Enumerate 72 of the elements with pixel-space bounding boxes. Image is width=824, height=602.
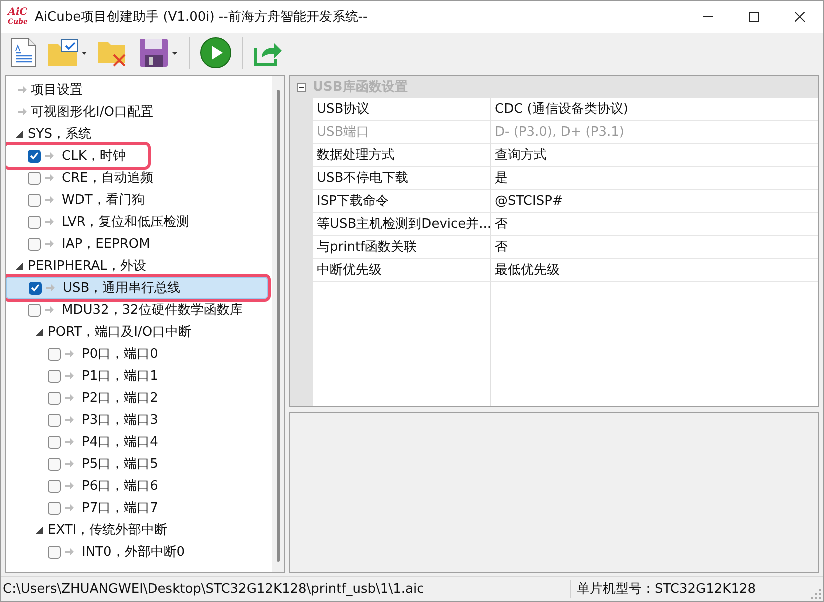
tree-item[interactable]: LVR，复位和低压检测 [6,211,268,233]
checkbox[interactable] [48,370,61,382]
checkbox[interactable] [48,458,61,470]
tree-item[interactable]: WDT，看门狗 [6,189,268,211]
arrow-icon [65,482,74,490]
arrow-icon [45,174,54,182]
scrollbar[interactable] [272,76,284,572]
tree-item[interactable]: PERIPHERAL，外设 [6,255,268,277]
tree-item[interactable]: 可视图形化I/O口配置 [6,101,268,123]
window-title: AiCube项目创建助手 (V1.00i) --前海方舟智能开发系统-- [35,9,369,26]
arrow-icon [18,108,27,116]
tree-item[interactable]: USB，通用串行总线 [6,277,268,299]
tree-item[interactable]: EXTI，传统外部中断 [6,519,268,541]
expanded-triangle-icon[interactable] [16,262,22,270]
tree-item[interactable]: PORT，端口及I/O口中断 [6,321,268,343]
checkbox[interactable] [48,392,61,404]
collapse-icon[interactable] [297,82,306,92]
new-document-icon[interactable] [9,36,39,70]
checkbox[interactable] [28,172,41,184]
tree-item[interactable]: 项目设置 [6,79,268,101]
arrow-icon [65,504,74,512]
arrow-icon [65,394,74,402]
chip-model: 单片机型号：STC32G12K128 [570,580,809,598]
arrow-icon [65,350,74,358]
checkbox[interactable] [48,502,61,514]
tree-item[interactable]: P3口，端口3 [6,409,268,431]
arrow-icon [65,548,74,556]
arrow-icon [65,460,74,468]
tree-item[interactable]: SYS，系统 [6,123,268,145]
tree-item[interactable]: P4口，端口4 [6,431,268,453]
checkbox[interactable] [28,238,41,250]
arrow-icon [45,152,54,160]
checkbox[interactable] [28,194,41,206]
tree-item[interactable]: INT0，外部中断0 [6,541,268,563]
arrow-icon [18,86,27,94]
checkbox[interactable] [48,436,61,448]
checkbox[interactable] [28,150,41,162]
tree-item[interactable]: MDU32，32位硬件数学函数库 [6,299,268,321]
checkbox[interactable] [48,348,61,360]
tree-item[interactable]: P7口，端口7 [6,497,268,519]
tree-item[interactable]: P6口，端口6 [6,475,268,497]
close-icon[interactable] [795,12,805,22]
arrow-icon [45,218,54,226]
tree-item[interactable]: IAP，EEPROM [6,233,268,255]
checkbox[interactable] [28,304,41,316]
arrow-icon [65,416,74,424]
tree-item[interactable]: P0口，端口0 [6,343,268,365]
arrow-icon [45,196,54,204]
maximize-icon[interactable] [749,12,759,22]
arrow-icon [46,284,55,292]
checkbox[interactable] [48,546,61,558]
tree-item[interactable]: P2口，端口2 [6,387,268,409]
tree-item[interactable]: P5口，端口5 [6,453,268,475]
file-path: C:\Users\ZHUANGWEI\Desktop\STC32G12K128\printf_usb\1\1.aic [2,582,426,596]
checkbox[interactable] [48,414,61,426]
run-icon[interactable] [198,35,234,71]
checkbox[interactable] [28,216,41,228]
expanded-triangle-icon[interactable] [16,130,22,138]
tree-item[interactable]: P1口，端口1 [6,365,268,387]
expanded-triangle-icon[interactable] [36,328,42,336]
arrow-icon [45,240,54,248]
arrow-icon [45,306,54,314]
checkbox[interactable] [29,282,42,294]
resize-grip-icon[interactable] [809,587,823,601]
tree-item[interactable]: CRE，自动追频 [6,167,268,189]
arrow-icon [65,372,74,380]
save-icon[interactable] [137,36,181,70]
checkbox[interactable] [48,480,61,492]
expanded-triangle-icon[interactable] [36,526,42,534]
tree-item[interactable]: CLK，时钟 [6,145,148,167]
open-folder-icon[interactable] [45,37,89,69]
arrow-icon [65,438,74,446]
